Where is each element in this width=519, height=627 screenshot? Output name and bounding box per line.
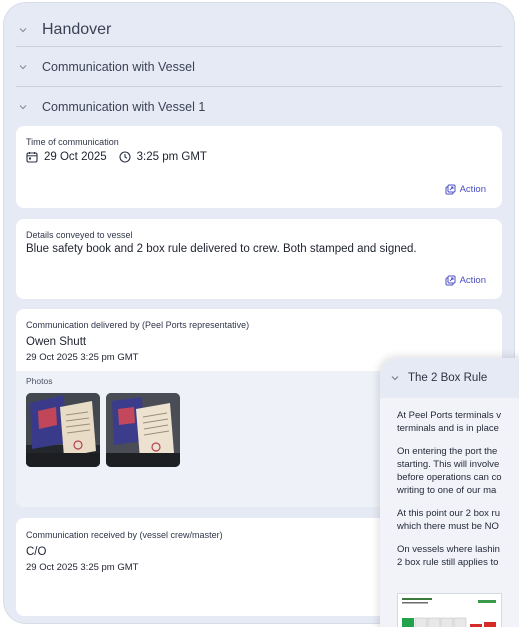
action-label: Action [459, 275, 486, 286]
overlay-text-line: terminals and is in place [397, 423, 499, 434]
two-box-rule-diagram[interactable] [397, 593, 502, 627]
overlay-text-line: writing to one of our ma [397, 485, 497, 496]
card-label: Time of communication [26, 137, 119, 147]
receiver-name: C/O [26, 546, 47, 558]
divider [16, 86, 502, 87]
overlay-text-line: At this point our 2 box ru [397, 508, 500, 519]
overlay-header[interactable]: The 2 Box Rule [380, 358, 519, 398]
action-button[interactable]: Action [445, 184, 486, 195]
open-external-icon [445, 184, 456, 195]
open-external-icon [445, 275, 456, 286]
calendar-icon [26, 152, 38, 163]
chevron-down-icon [19, 28, 27, 33]
handover-title: Handover [42, 21, 112, 38]
chevron-down-icon [391, 376, 399, 381]
representative-name: Owen Shutt [26, 336, 87, 348]
photo-thumbnail[interactable] [106, 393, 180, 467]
overlay-text-line: which there must be NO [397, 521, 499, 532]
action-label: Action [459, 184, 486, 195]
photo-thumbnail[interactable] [26, 393, 100, 467]
overlay-text-line: 2 box rule still applies to [397, 557, 499, 568]
communication-date: 29 Oct 2025 [44, 151, 107, 163]
time-of-communication-card: Time of communication 29 Oct 2025 3:25 p… [16, 126, 502, 208]
communication-time: 3:25 pm GMT [136, 151, 207, 163]
overlay-text-line: At Peel Ports terminals v [397, 410, 502, 421]
section-title: Communication with Vessel 1 [42, 100, 206, 114]
photos-label: Photos [26, 376, 53, 386]
section-communication-with-vessel-1[interactable]: Communication with Vessel 1 [16, 95, 500, 119]
handover-header[interactable]: Handover [16, 15, 500, 45]
details-conveyed-card: Details conveyed to vessel Blue safety b… [16, 219, 502, 299]
clock-icon [119, 151, 131, 163]
card-label: Details conveyed to vessel [26, 230, 133, 240]
details-text: Blue safety book and 2 box rule delivere… [26, 243, 417, 255]
photo-image [106, 393, 180, 467]
photo-image [26, 393, 100, 467]
section-title: Communication with Vessel [42, 60, 195, 74]
communication-datetime: 29 Oct 2025 3:25 pm GMT [26, 151, 207, 163]
section-communication-with-vessel[interactable]: Communication with Vessel [16, 55, 500, 79]
card-label: Communication delivered by (Peel Ports r… [26, 320, 250, 330]
diagram-image [402, 598, 496, 627]
divider [16, 46, 502, 47]
delivered-datetime: 29 Oct 2025 3:25 pm GMT [26, 352, 139, 363]
chevron-down-icon [19, 105, 27, 110]
overlay-text-line: before operations can co [397, 472, 502, 483]
overlay-text-line: starting. This will involve [397, 459, 500, 470]
overlay-text-line: On vessels where lashin [397, 544, 500, 555]
received-datetime: 29 Oct 2025 3:25 pm GMT [26, 562, 139, 573]
overlay-text-line: On entering the port the [397, 446, 498, 457]
two-box-rule-panel: The 2 Box Rule At Peel Ports terminals v… [380, 358, 519, 627]
action-button[interactable]: Action [445, 275, 486, 286]
chevron-down-icon [19, 65, 27, 70]
card-label: Communication received by (vessel crew/m… [26, 530, 223, 540]
overlay-title: The 2 Box Rule [408, 372, 488, 384]
overlay-body: At Peel Ports terminals v terminals and … [380, 398, 519, 627]
